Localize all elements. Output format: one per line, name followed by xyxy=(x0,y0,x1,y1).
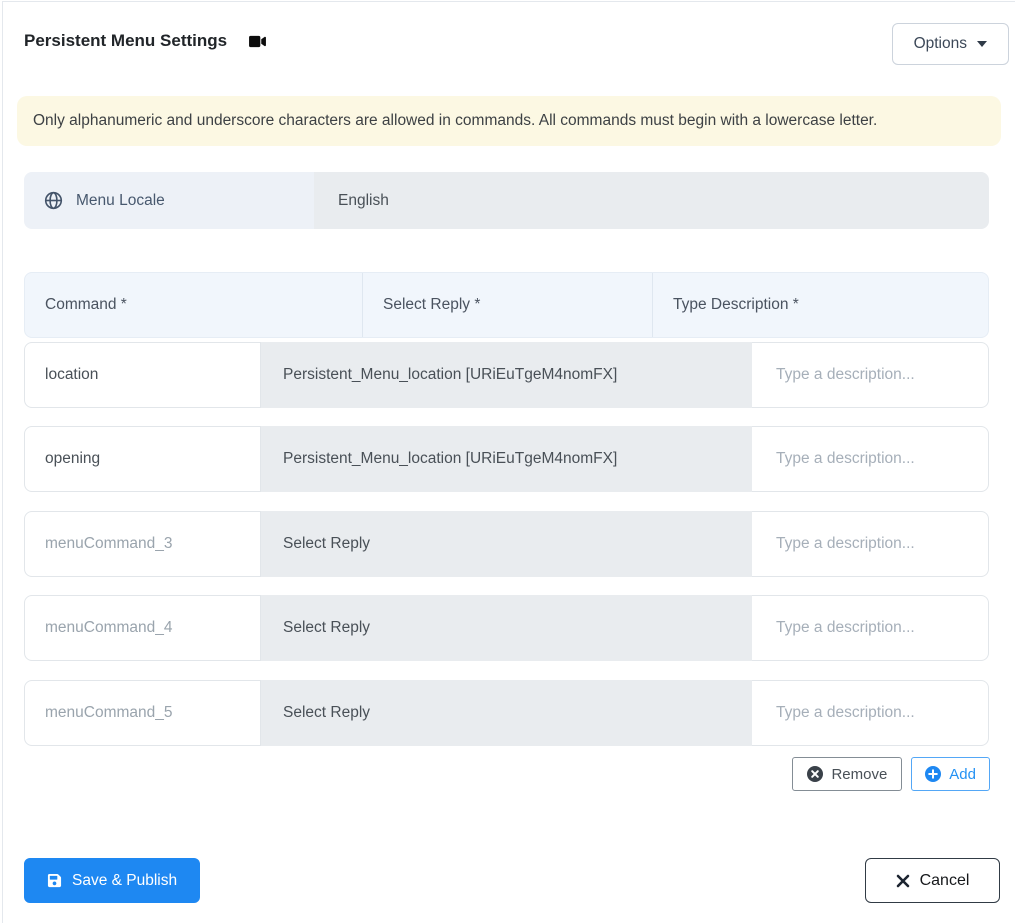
circle-x-icon xyxy=(807,766,824,782)
select-reply-cell[interactable]: Select Reply xyxy=(261,680,752,746)
table-row: Select Reply xyxy=(24,680,989,746)
select-reply-cell[interactable]: Persistent_Menu_location [URiEuTgeM4nomF… xyxy=(261,426,752,492)
command-input[interactable] xyxy=(24,680,261,746)
menu-locale-group: Menu Locale English xyxy=(24,172,989,229)
page-title: Persistent Menu Settings xyxy=(24,31,268,51)
cancel-button-label: Cancel xyxy=(919,871,970,889)
select-reply-text: Persistent_Menu_location [URiEuTgeM4nomF… xyxy=(283,366,618,383)
description-input[interactable] xyxy=(752,342,989,408)
menu-locale-label-text: Menu Locale xyxy=(76,191,165,209)
panel-top-border xyxy=(2,1,1015,2)
table-row: Persistent_Menu_location [URiEuTgeM4nomF… xyxy=(24,426,989,492)
select-reply-text: Select Reply xyxy=(283,619,371,636)
select-reply-text: Persistent_Menu_location [URiEuTgeM4nomF… xyxy=(283,450,618,467)
command-input[interactable] xyxy=(24,342,261,408)
persistent-menu-settings-panel: Persistent Menu Settings Options Only al… xyxy=(0,0,1027,923)
commands-table-header: Command * Select Reply * Type Descriptio… xyxy=(24,272,989,338)
table-row: Persistent_Menu_location [URiEuTgeM4nomF… xyxy=(24,342,989,408)
table-row: Select Reply xyxy=(24,595,989,661)
column-header-type-description: Type Description * xyxy=(652,273,988,337)
options-button[interactable]: Options xyxy=(891,23,1009,65)
save-publish-button[interactable]: Save & Publish xyxy=(24,858,201,903)
caret-down-icon xyxy=(977,41,987,47)
add-button-label: Add xyxy=(949,765,976,783)
description-input[interactable] xyxy=(752,595,989,661)
command-rules-banner-text: Only alphanumeric and underscore charact… xyxy=(33,112,878,129)
globe-icon xyxy=(44,191,63,210)
command-input[interactable] xyxy=(24,426,261,492)
menu-locale-label: Menu Locale xyxy=(24,172,314,229)
select-reply-text: Select Reply xyxy=(283,535,371,552)
description-input[interactable] xyxy=(752,511,989,577)
cancel-button[interactable]: Cancel xyxy=(865,858,1000,903)
circle-plus-icon xyxy=(925,766,942,782)
menu-locale-value[interactable]: English xyxy=(314,172,989,229)
select-reply-cell[interactable]: Select Reply xyxy=(261,511,752,577)
select-reply-text: Select Reply xyxy=(283,704,371,721)
select-reply-cell[interactable]: Select Reply xyxy=(261,595,752,661)
row-actions: Remove Add xyxy=(792,757,990,791)
description-input[interactable] xyxy=(752,680,989,746)
add-row-button[interactable]: Add xyxy=(911,757,990,791)
column-header-select-reply: Select Reply * xyxy=(362,273,652,337)
remove-row-button[interactable]: Remove xyxy=(792,757,903,791)
table-row: Select Reply xyxy=(24,511,989,577)
description-input[interactable] xyxy=(752,426,989,492)
command-input[interactable] xyxy=(24,595,261,661)
menu-locale-value-text: English xyxy=(338,191,389,209)
x-mark-icon xyxy=(896,874,910,888)
page-title-text: Persistent Menu Settings xyxy=(24,31,228,50)
select-reply-cell[interactable]: Persistent_Menu_location [URiEuTgeM4nomF… xyxy=(261,342,752,408)
remove-button-label: Remove xyxy=(831,765,888,783)
command-input[interactable] xyxy=(24,511,261,577)
floppy-disk-icon xyxy=(47,873,62,888)
video-camera-icon xyxy=(247,34,268,49)
save-publish-button-label: Save & Publish xyxy=(72,871,178,889)
column-header-command: Command * xyxy=(45,296,127,313)
options-button-label: Options xyxy=(913,35,967,52)
command-rules-banner: Only alphanumeric and underscore charact… xyxy=(17,96,1001,146)
panel-left-border xyxy=(2,1,3,923)
